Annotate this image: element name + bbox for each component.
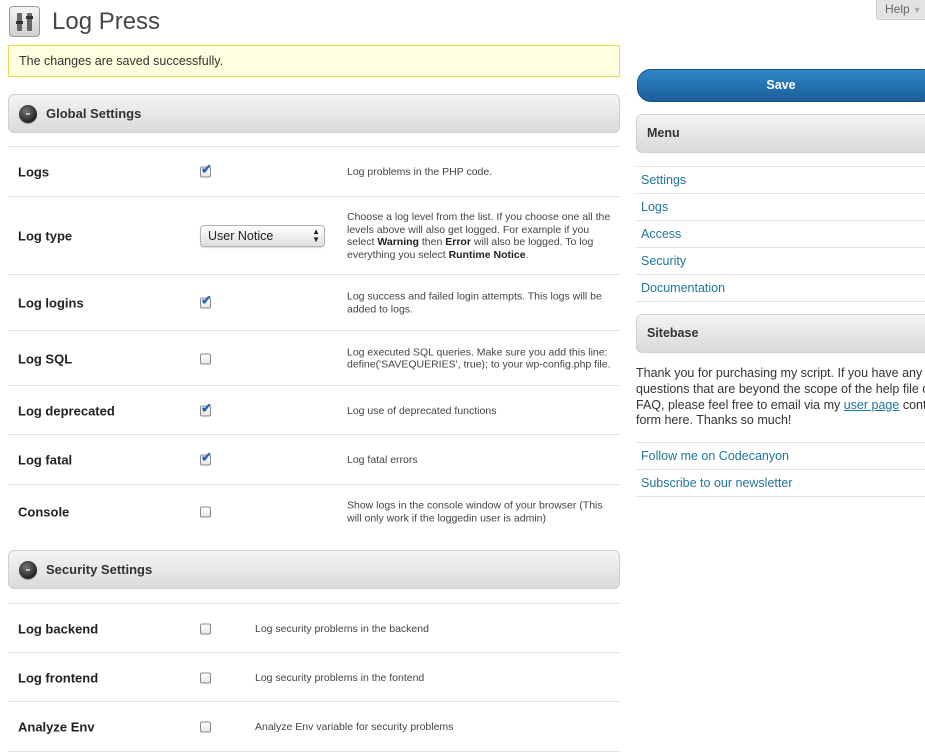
- menu-item-security[interactable]: Security: [636, 248, 925, 275]
- desc-text: .: [525, 248, 529, 261]
- help-tab[interactable]: Help ▼: [876, 0, 925, 20]
- desc-bold: Error: [445, 236, 471, 248]
- setting-row-logs: Logs Log problems in the PHP code.: [8, 146, 620, 197]
- menu-item-logs[interactable]: Logs: [636, 194, 925, 221]
- setting-description: Log executed SQL queries. Make sure you …: [347, 346, 611, 371]
- analyze-env-checkbox[interactable]: [200, 721, 211, 732]
- menu-panel-header: Menu: [636, 114, 925, 153]
- desc-line: will only work if the loggedin user is a…: [347, 512, 547, 524]
- setting-description: Analyze Env variable for security proble…: [255, 720, 454, 733]
- section-title: Global Settings: [46, 106, 142, 121]
- setting-label: Log frontend: [18, 670, 99, 685]
- setting-row-analyze-env: Analyze Env Analyze Env variable for sec…: [8, 701, 620, 752]
- user-page-link[interactable]: user page: [844, 398, 900, 412]
- collapse-toggle-icon[interactable]: [19, 105, 37, 123]
- setting-row-log-fatal: Log fatal Log fatal errors: [8, 434, 620, 485]
- setting-label: Log fatal: [18, 452, 73, 468]
- setting-description: Log security problems in the backend: [255, 622, 429, 635]
- desc-text: then: [418, 236, 446, 248]
- log-backend-checkbox[interactable]: [200, 623, 211, 634]
- save-button[interactable]: Save: [637, 69, 925, 102]
- console-checkbox[interactable]: [200, 506, 211, 518]
- app-logo-icon: [9, 6, 40, 37]
- sitebase-panel-header: Sitebase: [636, 314, 925, 353]
- log-logins-checkbox[interactable]: [200, 293, 212, 309]
- setting-label: Log logins: [18, 295, 84, 311]
- sitebase-line: form here. Thanks so much!: [636, 413, 792, 428]
- setting-row-log-type: Log type User Notice ▲ ▼ Choose a log lev…: [8, 196, 620, 275]
- page-title: Log Press: [52, 8, 161, 35]
- desc-text: will also be logged. To log: [470, 236, 594, 248]
- sitebase-line: Thank you for purchasing my script. If y…: [636, 366, 923, 380]
- setting-row-log-frontend: Log frontend Log security problems in th…: [8, 652, 620, 702]
- setting-row-log-sql: Log SQL Log executed SQL queries. Make s…: [8, 330, 620, 386]
- log-deprecated-checkbox[interactable]: [200, 400, 212, 416]
- subscribe-newsletter-link[interactable]: Subscribe to our newsletter: [636, 470, 925, 497]
- setting-row-log-deprecated: Log deprecated Log use of deprecated fun…: [8, 385, 620, 435]
- menu-item-access[interactable]: Access: [636, 221, 925, 248]
- setting-label: Console: [18, 504, 70, 520]
- sitebase-line: FAQ, please feel free to email via my: [636, 397, 844, 412]
- setting-label: Log backend: [18, 621, 99, 636]
- setting-label: Log deprecated: [18, 403, 115, 418]
- log-frontend-checkbox[interactable]: [200, 672, 211, 683]
- setting-row-log-backend: Log backend Log security problems in the…: [8, 603, 620, 653]
- logs-checkbox[interactable]: [200, 162, 212, 178]
- desc-line: Show logs in the console window of your …: [347, 499, 603, 512]
- log-sql-checkbox[interactable]: [200, 353, 211, 364]
- log-type-select[interactable]: User Notice ▲ ▼: [200, 225, 325, 247]
- setting-description: Log fatal errors: [347, 453, 418, 466]
- setting-description: Choose a log level from the list. If you…: [347, 211, 610, 261]
- setting-description: Log problems in the PHP code.: [347, 165, 493, 178]
- sitebase-text: Thank you for purchasing my script. If y…: [636, 366, 925, 429]
- desc-line: Log executed SQL queries. Make sure you …: [347, 346, 608, 358]
- menu-item-documentation[interactable]: Documentation: [636, 275, 925, 302]
- menu-item-settings[interactable]: Settings: [636, 167, 925, 194]
- setting-row-log-logins: Log logins Log success and failed login …: [8, 274, 620, 331]
- security-settings-header[interactable]: Security Settings: [8, 550, 620, 589]
- help-label: Help: [885, 2, 910, 16]
- setting-label: Log SQL: [18, 351, 73, 366]
- notice-text: The changes are saved successfully.: [19, 54, 224, 68]
- select-arrows-icon: ▲ ▼: [312, 227, 320, 244]
- desc-bold: Runtime Notice: [448, 248, 526, 261]
- select-value: User Notice: [208, 229, 274, 243]
- setting-label: Logs: [18, 164, 50, 180]
- sitebase-line: questions that are beyond the scope of t…: [636, 381, 925, 396]
- log-fatal-checkbox[interactable]: [200, 450, 212, 466]
- section-title: Security Settings: [46, 562, 153, 577]
- setting-description: Log use of deprecated functions: [347, 404, 497, 417]
- desc-line: define('SAVEQUERIES', true); to your wp-…: [347, 358, 611, 371]
- setting-label: Log type: [18, 228, 73, 244]
- desc-line: levels above will also get logged. For e…: [347, 223, 590, 236]
- desc-bold: Warning: [377, 236, 419, 248]
- setting-description: Log success and failed login attempts. T…: [347, 291, 602, 316]
- desc-line: Choose a log level from the list. If you…: [347, 211, 611, 223]
- setting-description: Log security problems in the fontend: [255, 671, 425, 684]
- collapse-toggle-icon[interactable]: [19, 561, 37, 579]
- setting-row-console: Console Show logs in the console window …: [8, 484, 620, 539]
- desc-text: everything you select: [347, 248, 449, 261]
- setting-description: Show logs in the console window of your …: [347, 500, 603, 525]
- global-settings-header[interactable]: Global Settings: [8, 94, 620, 133]
- chevron-down-icon: ▼: [912, 5, 922, 15]
- sitebase-line: contact: [902, 397, 925, 412]
- success-notice: The changes are saved successfully.: [8, 45, 620, 77]
- desc-text: select: [347, 236, 378, 248]
- setting-label: Analyze Env: [18, 719, 95, 734]
- desc-line: added to logs.: [347, 303, 413, 315]
- follow-codecanyon-link[interactable]: Follow me on Codecanyon: [636, 443, 925, 470]
- desc-line: Log success and failed login attempts. T…: [347, 290, 602, 303]
